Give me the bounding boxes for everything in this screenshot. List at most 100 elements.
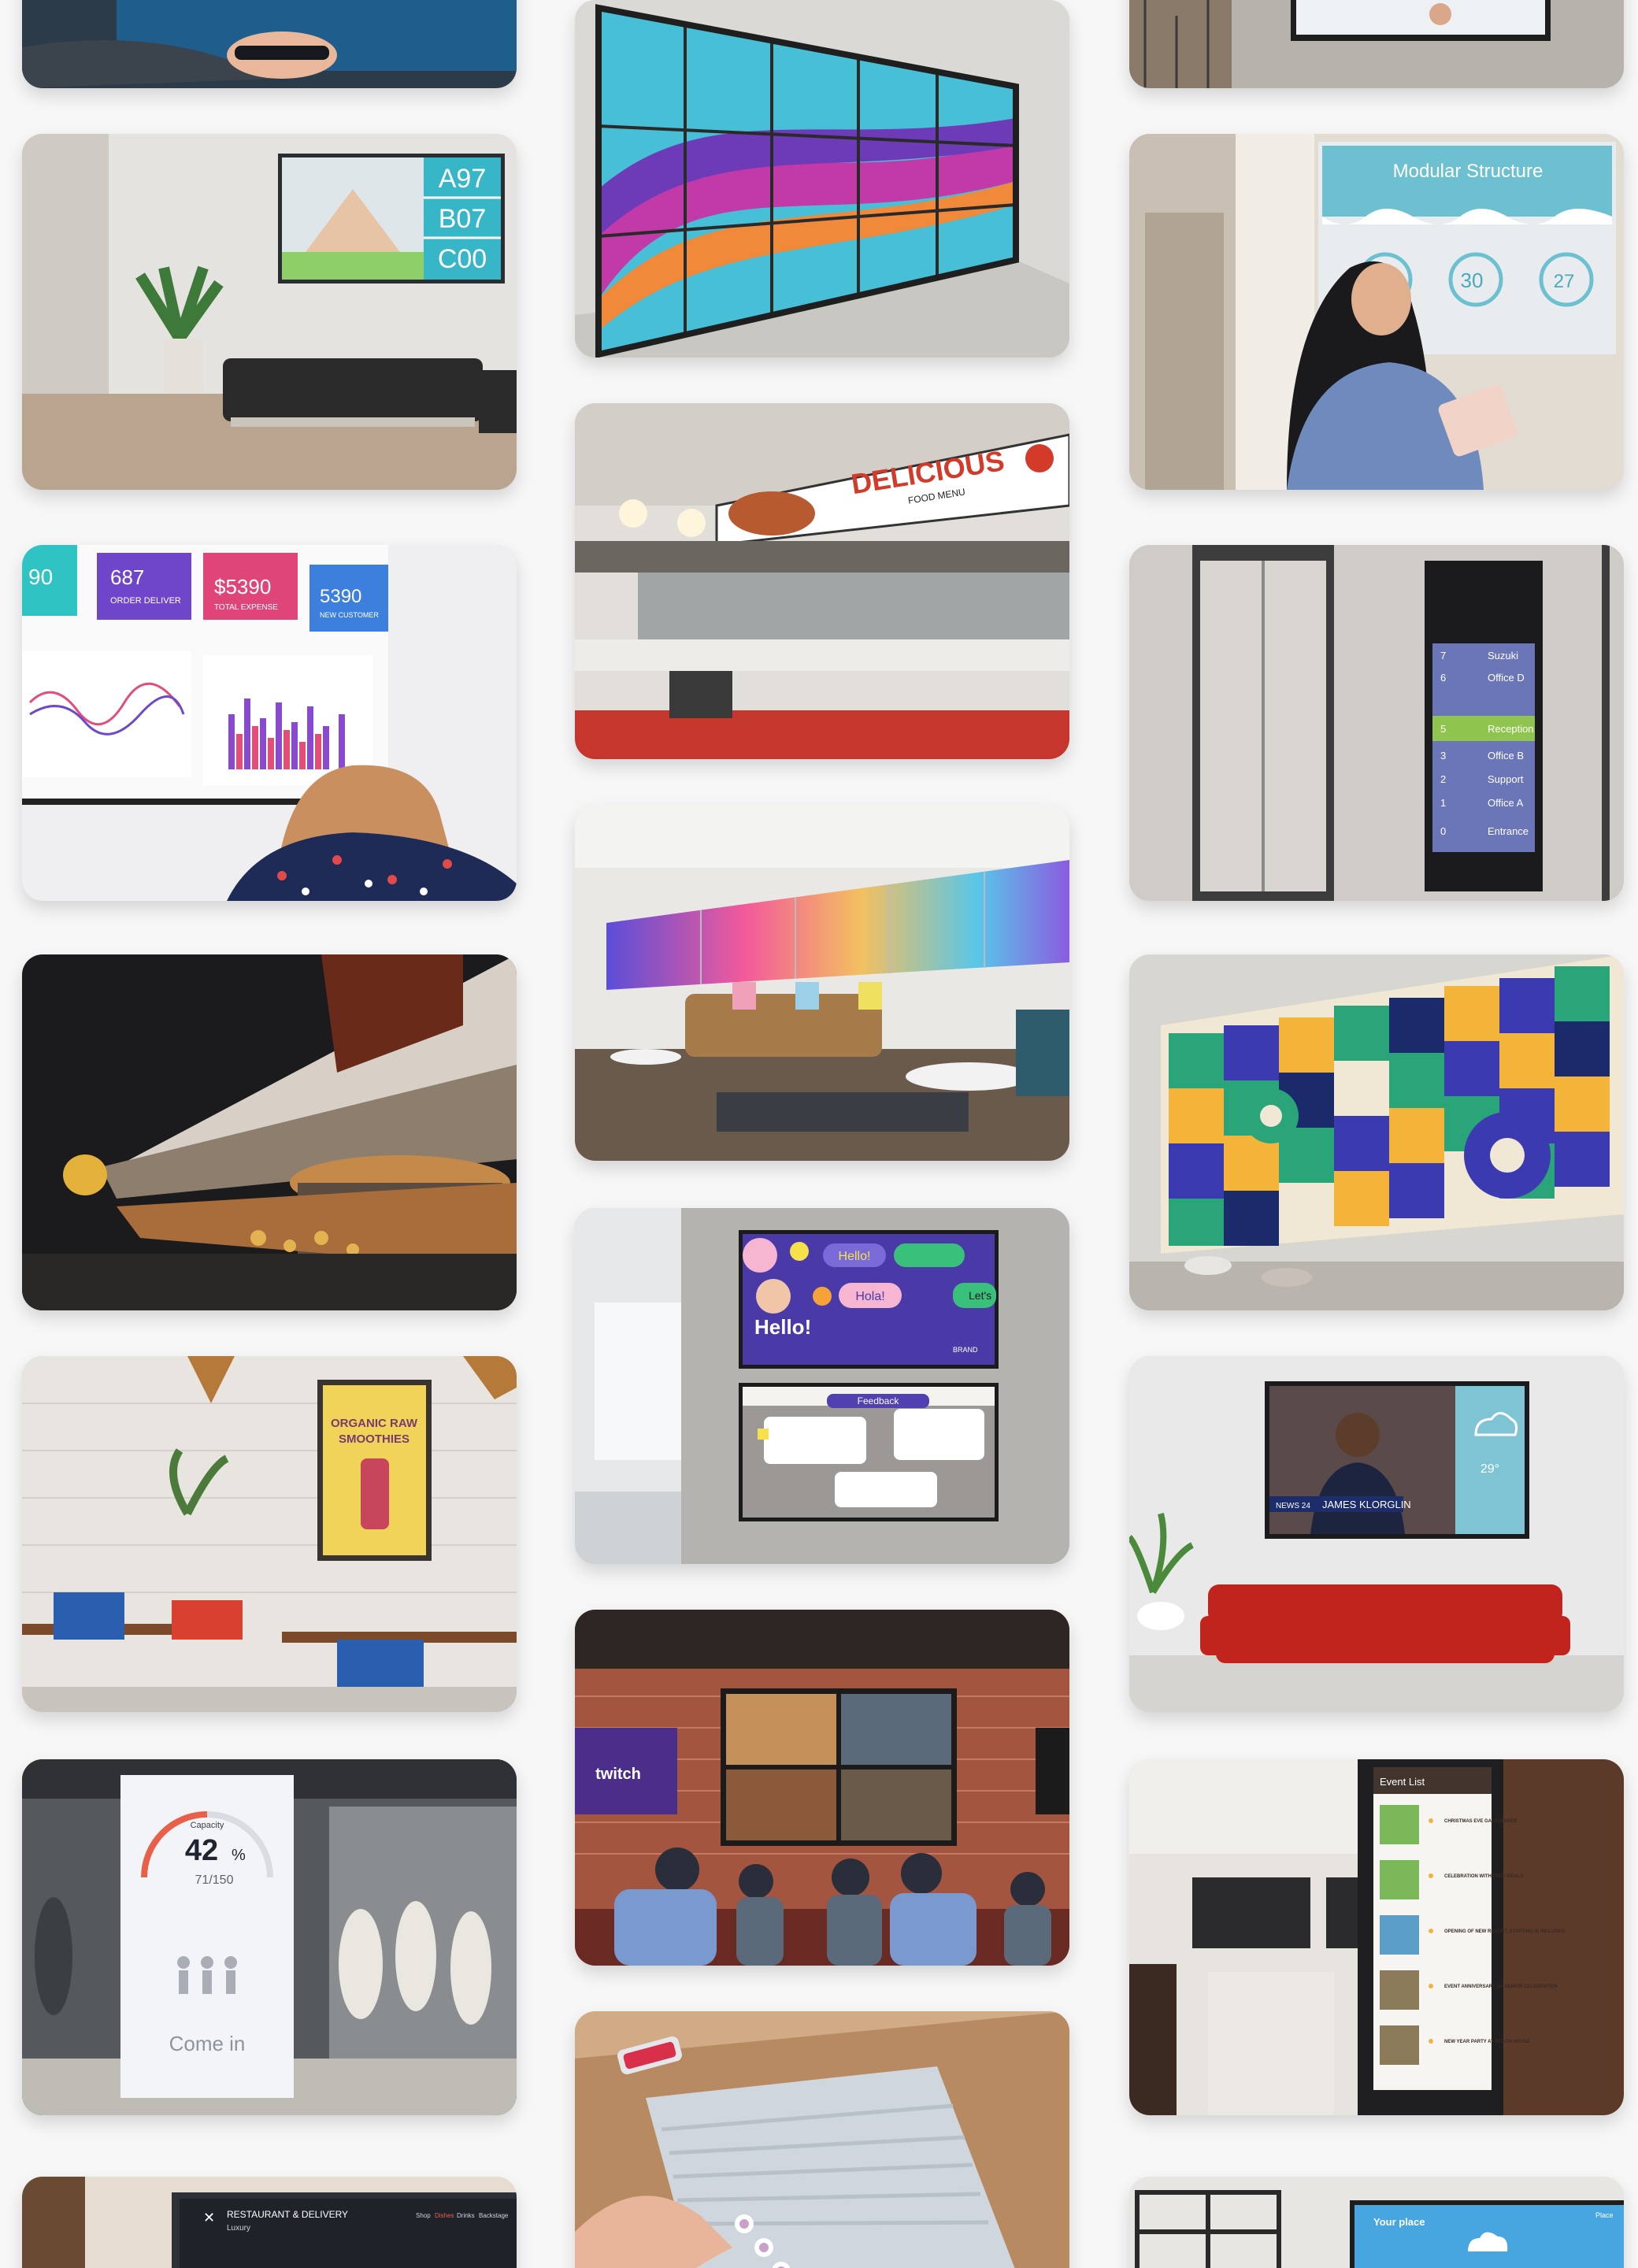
geometric-videowall-image [1129, 954, 1624, 1310]
brand-label: BRAND [953, 1346, 978, 1354]
gallery-card-touch-table[interactable] [575, 2011, 1069, 2268]
gallery-card-waiting-room[interactable]: A97 B07 C00 [22, 134, 517, 490]
event-list-title: Event List [1380, 1776, 1425, 1788]
floor-2-name: Office D [1488, 672, 1525, 684]
floor-8-name: Entrance [1488, 825, 1529, 837]
hola-bubble: Hola! [855, 1290, 884, 1303]
food-court-image [22, 954, 517, 1310]
floor-4-name: Reception [1488, 723, 1534, 735]
dashboard-image: 90 687 ORDER DELIVER $5390 TOTAL EXPENSE… [22, 545, 517, 901]
nav-shop: Shop [416, 2212, 431, 2219]
videowall-ribbon-image [575, 0, 1069, 358]
your-place-title: Your place [1373, 2216, 1425, 2228]
capacity-count: 71/150 [195, 1873, 234, 1887]
kpi-orders: 687 [110, 565, 144, 589]
waiting-room-image: A97 B07 C00 [22, 134, 517, 490]
event-1: CHRISTMAS EVE GALA DINNER [1444, 1819, 1518, 1824]
event-3: OPENING OF NEW RESORT, STARTING IS INCLU… [1444, 1929, 1566, 1934]
kpi-expense: $5390 [214, 575, 271, 598]
retail-capacity-image: Capacity 42 % 71/150 Come in [22, 1759, 517, 2115]
kpi-orders-label: ORDER DELIVER [110, 596, 181, 606]
anchor-name: JAMES KLORGLIN [1322, 1499, 1411, 1510]
floor-8-number: 0 [1440, 825, 1446, 837]
gallery-card-geometric-videowall[interactable] [1129, 954, 1624, 1310]
gallery-card-restaurant-delivery[interactable]: ✕ RESTAURANT & DELIVERY Luxury Shop Dish… [22, 2177, 517, 2268]
gallery-card-event-list[interactable]: Event List CHRISTMAS EVE GALA DINNER CEL… [1129, 1759, 1624, 2115]
elevator-directory-image: 7 Suzuki 6 Office D 5 Reception 3 Office… [1129, 545, 1624, 901]
kpi-customers-label: NEW CUSTOMER [320, 611, 379, 619]
screens-gallery: A97 B07 C00 90 687 ORDER DELIVER $5390 T… [0, 0, 1638, 2268]
gaming-bar-image: twitch [575, 1610, 1069, 1966]
floor-7-number: 1 [1440, 797, 1446, 809]
gallery-card-food-court[interactable] [22, 954, 517, 1310]
event-list-image: Event List CHRISTMAS EVE GALA DINNER CEL… [1129, 1759, 1624, 2115]
nav-drinks: Drinks [457, 2212, 475, 2219]
capacity-percent-unit: % [232, 1847, 246, 1864]
event-2: CELEBRATION WITH FREE MEALS [1444, 1874, 1523, 1879]
news-channel: NEWS 24 [1276, 1502, 1310, 1510]
floor-5-name: Office B [1488, 750, 1524, 762]
floor-5-number: 3 [1440, 750, 1446, 762]
brand-line-2: Luxury [227, 2224, 250, 2233]
kpi-left: 90 [28, 565, 53, 589]
queue-number-2: B07 [439, 204, 487, 234]
queue-number-3: C00 [438, 244, 487, 274]
gallery-card-modular-structure[interactable]: Modular Structure 14 30 27 [1129, 134, 1624, 490]
capacity-label: Capacity [191, 1821, 224, 1830]
cafe-image: ORGANIC RAW SMOOTHIES [22, 1356, 517, 1712]
floor-4-number: 5 [1440, 723, 1446, 735]
social-screens-image: Hello! Hola! Let's Hello! BRAND Feedback [575, 1208, 1069, 1564]
deli-menu-image: DELICIOUS FOOD MENU [575, 403, 1069, 759]
feedback-tab: Feedback [858, 1395, 900, 1406]
restaurant-delivery-image: ✕ RESTAURANT & DELIVERY Luxury Shop Dish… [22, 2177, 517, 2268]
gallery-card-retail-capacity[interactable]: Capacity 42 % 71/150 Come in [22, 1759, 517, 2115]
floor-1-name: Suzuki [1488, 650, 1518, 662]
stat-3: 27 [1554, 271, 1575, 292]
gallery-card-cafe[interactable]: ORGANIC RAW SMOOTHIES [22, 1356, 517, 1712]
gallery-card-dashboard[interactable]: 90 687 ORDER DELIVER $5390 TOTAL EXPENSE… [22, 545, 517, 901]
gallery-card-news-weather[interactable]: NEWS 24 JAMES KLORGLIN 29° [1129, 1356, 1624, 1712]
capacity-percent: 42 [185, 1834, 218, 1867]
poster-title-2: SMOOTHIES [339, 1432, 410, 1446]
queue-number-1: A97 [439, 164, 487, 194]
temperature: 29° [1480, 1462, 1499, 1476]
gallery-card-gaming-bar[interactable]: twitch [575, 1610, 1069, 1966]
lets-bubble: Let's [969, 1289, 991, 1302]
hello-headline: Hello! [754, 1315, 811, 1339]
gallery-card-social-screens[interactable]: Hello! Hola! Let's Hello! BRAND Feedback [575, 1208, 1069, 1564]
floor-1-number: 7 [1440, 650, 1446, 662]
gallery-card-deli-menu[interactable]: DELICIOUS FOOD MENU [575, 403, 1069, 759]
floor-7-name: Office A [1488, 797, 1524, 809]
gallery-card-lounge-videowall[interactable] [575, 805, 1069, 1161]
brand-line-1: RESTAURANT & DELIVERY [227, 2209, 348, 2220]
news-weather-image: NEWS 24 JAMES KLORGLIN 29° [1129, 1356, 1624, 1712]
capacity-cta: Come in [169, 2032, 246, 2055]
modular-structure-image: Modular Structure 14 30 27 [1129, 134, 1624, 490]
office-display-top-image [1129, 0, 1624, 88]
your-place-corner: Place [1595, 2211, 1614, 2219]
lounge-videowall-image [575, 805, 1069, 1161]
floor-6-number: 2 [1440, 773, 1446, 785]
nav-backstage: Backstage [479, 2212, 509, 2219]
your-place-image: Your place Place [1129, 2177, 1624, 2268]
gallery-card-elevator-directory[interactable]: 7 Suzuki 6 Office D 5 Reception 3 Office… [1129, 545, 1624, 901]
stat-2: 30 [1461, 269, 1484, 292]
gallery-card-hand-touchscreen[interactable] [22, 0, 517, 88]
twitch-label: twitch [595, 1766, 641, 1783]
gallery-card-videowall-ribbon[interactable] [575, 0, 1069, 358]
kpi-customers: 5390 [320, 586, 361, 607]
hello-bubble: Hello! [839, 1250, 871, 1263]
poster-title-1: ORGANIC RAW [331, 1417, 418, 1430]
touch-table-image [575, 2011, 1069, 2268]
event-4: EVENT ANNIVERSARY OF SENIOR CELEBRATION [1444, 1984, 1558, 1989]
event-5: NEW YEAR PARTY AT BEACH HOUSE [1444, 2040, 1530, 2044]
kpi-expense-label: TOTAL EXPENSE [214, 603, 278, 612]
brand-icon: ✕ [203, 2210, 215, 2225]
floor-2-number: 6 [1440, 672, 1446, 684]
nav-dishes: Dishes [435, 2212, 454, 2219]
gallery-card-your-place[interactable]: Your place Place [1129, 2177, 1624, 2268]
gallery-card-office-display-top[interactable] [1129, 0, 1624, 88]
floor-6-name: Support [1488, 773, 1524, 785]
hand-touchscreen-image [22, 0, 517, 88]
modular-headline: Modular Structure [1393, 161, 1544, 182]
